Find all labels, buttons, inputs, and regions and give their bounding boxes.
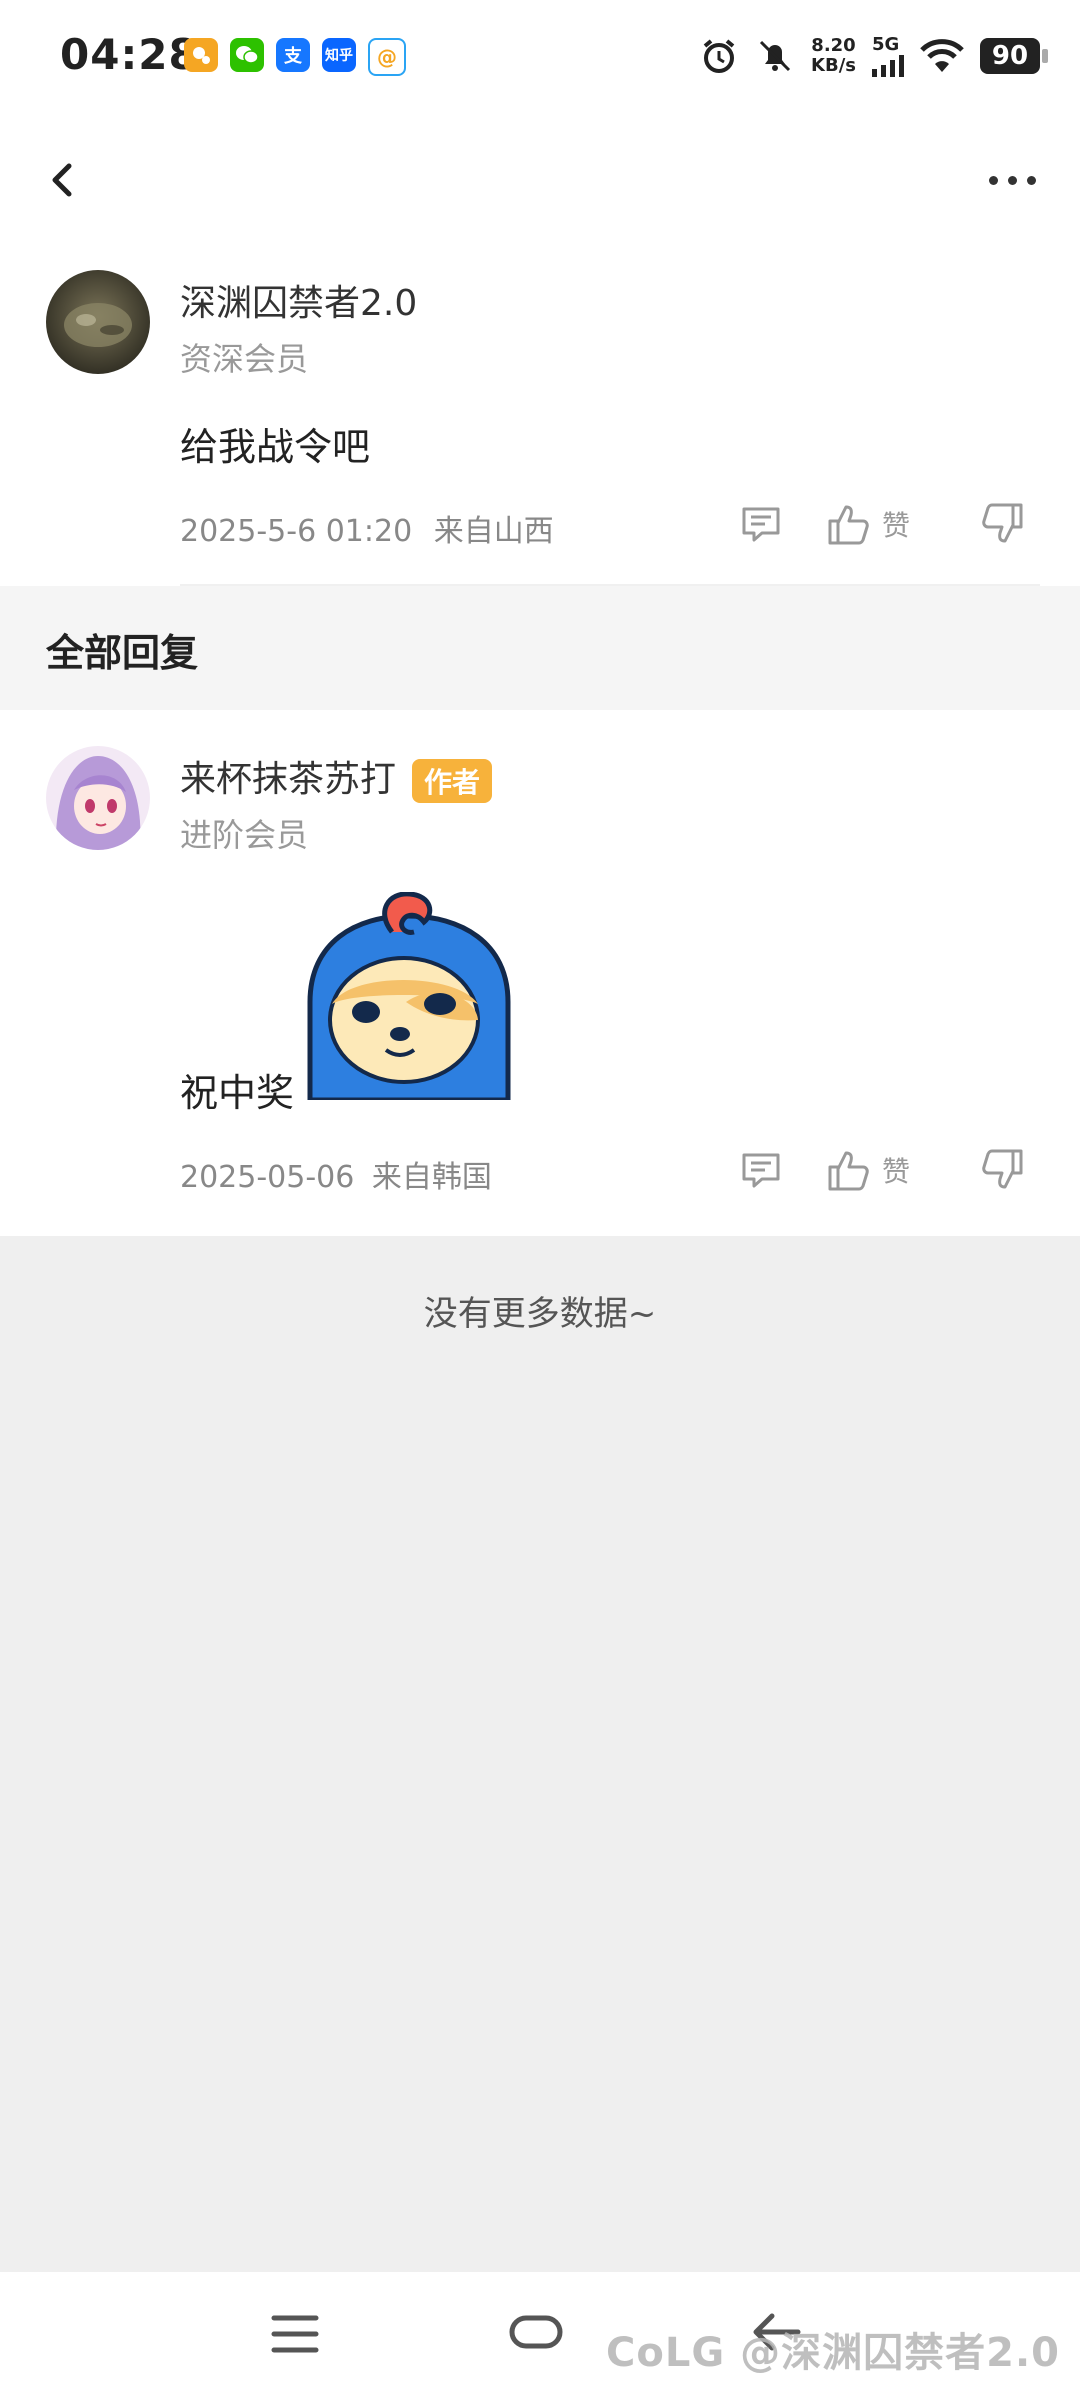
- like-label: 赞: [882, 509, 911, 542]
- top-navigation-bar: [0, 120, 1080, 240]
- reply-timestamp: 2025-05-06: [180, 1160, 355, 1195]
- reply-username-row: 来杯抹茶苏打 作者: [180, 750, 493, 803]
- network-type: 5G: [872, 34, 900, 55]
- home-button[interactable]: [508, 2312, 572, 2362]
- reply-card: 来杯抹茶苏打 作者 进阶会员 祝中奖 2025-05-06 来自韩国 赞: [0, 710, 1080, 1236]
- comment-username[interactable]: 深渊囚禁者2.0: [180, 274, 417, 326]
- maps-icon: [184, 38, 218, 72]
- alipay-icon: 支: [276, 38, 310, 72]
- qq-browser-icon: @: [368, 38, 406, 76]
- thumbs-up-icon: [828, 1151, 869, 1191]
- more-dot: [1026, 175, 1036, 185]
- comment-location: 来自山西: [433, 514, 554, 549]
- network-speed-unit: KB/s: [811, 54, 856, 76]
- avatar[interactable]: [46, 270, 150, 374]
- network-speed-value: 8.20: [811, 34, 856, 56]
- comment-icon: [742, 507, 780, 542]
- avatar[interactable]: [46, 746, 150, 850]
- mute-bell-icon: [759, 40, 791, 71]
- replies-section-header: 全部回复: [0, 586, 1080, 710]
- reply-button[interactable]: [736, 1142, 786, 1198]
- notification-app-icons: 支 知乎 @: [184, 38, 406, 76]
- thumbs-down-icon: [982, 1149, 1023, 1189]
- more-options-button[interactable]: [964, 148, 1060, 212]
- reply-meta: 2025-05-06 来自韩国: [180, 1152, 492, 1196]
- like-label: 赞: [882, 1155, 911, 1188]
- home-icon: [509, 2315, 563, 2349]
- reply-username[interactable]: 来杯抹茶苏打: [180, 759, 396, 800]
- status-time: 04:28: [60, 30, 199, 79]
- reply-content: 祝中奖: [180, 1071, 295, 1115]
- alarm-icon: [703, 38, 735, 73]
- like-button[interactable]: 赞: [826, 1140, 910, 1200]
- chevron-left-icon: [52, 163, 72, 197]
- cellular-signal: 5G: [872, 34, 904, 77]
- reply-button[interactable]: [736, 496, 786, 552]
- comment-meta: 2025-5-6 01:20 来自山西: [180, 506, 554, 550]
- wechat-icon: [230, 38, 264, 72]
- section-title: 全部回复: [46, 631, 199, 675]
- wifi-icon: [920, 38, 964, 72]
- thumbs-up-icon: [828, 505, 869, 545]
- member-level: 资深会员: [180, 340, 309, 378]
- thumbs-down-icon: [982, 503, 1023, 543]
- no-more-data-text: 没有更多数据~: [423, 1294, 657, 1334]
- like-button[interactable]: 赞: [826, 494, 910, 554]
- more-horizontal-icon: [988, 175, 998, 185]
- sticker-image: [306, 891, 512, 1103]
- back-button[interactable]: [30, 148, 94, 212]
- zhihu-icon: 知乎: [322, 38, 356, 72]
- reply-location: 来自韩国: [371, 1160, 492, 1195]
- comment-timestamp: 2025-5-6 01:20: [180, 514, 413, 549]
- member-level: 进阶会员: [180, 816, 309, 854]
- watermark: CoLG @深渊囚禁者2.0: [606, 2330, 1060, 2376]
- dislike-button[interactable]: [974, 1142, 1030, 1198]
- comment-icon: [742, 1153, 780, 1188]
- menu-button[interactable]: [270, 2312, 330, 2362]
- comment-content: 给我战令吧: [180, 425, 371, 469]
- battery-indicator: 90: [980, 37, 1048, 74]
- dislike-button[interactable]: [974, 496, 1030, 552]
- status-bar: 04:28 支 知乎 @ 8.20 KB/s 5G 90: [0, 0, 1080, 120]
- menu-icon: [271, 2315, 319, 2353]
- author-badge: 作者: [412, 759, 493, 803]
- main-comment-card: 深渊囚禁者2.0 资深会员 给我战令吧 2025-5-6 01:20 来自山西 …: [0, 240, 1080, 586]
- signal-bars-icon: [872, 55, 904, 77]
- network-speed: 8.20 KB/s: [811, 34, 856, 76]
- system-indicators: 8.20 KB/s 5G 90: [699, 34, 1048, 77]
- more-dot: [1007, 175, 1017, 185]
